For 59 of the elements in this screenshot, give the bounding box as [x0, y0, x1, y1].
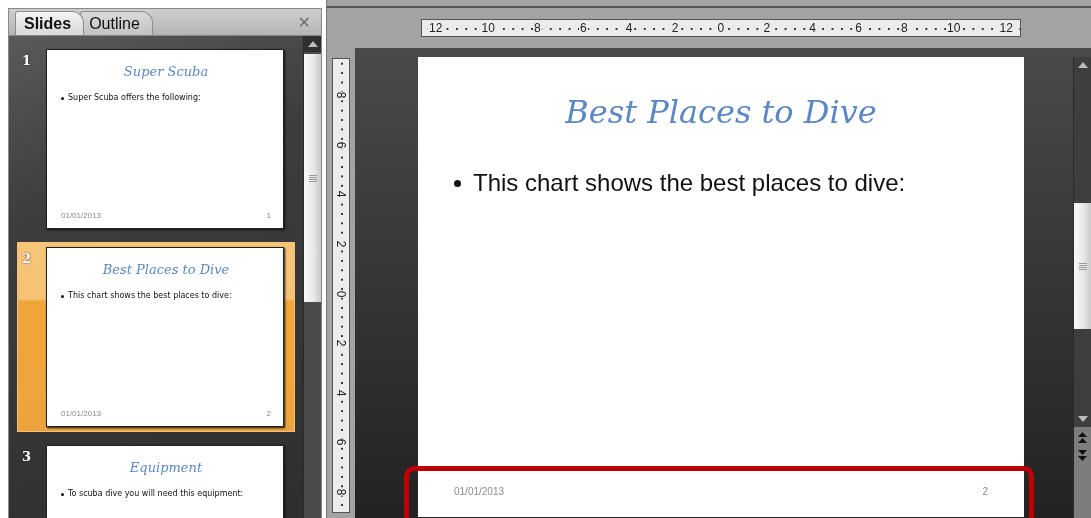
slide-number: 1	[22, 52, 33, 68]
thumbnail-bullet-text: This chart shows the best places to dive:	[68, 291, 232, 300]
ruler-number: 6	[335, 439, 347, 446]
ruler-number: 0	[335, 290, 347, 297]
thumbnail-title: Super Scuba	[122, 64, 210, 79]
slide-number: 2	[22, 250, 33, 266]
slide-list-item[interactable]: 2 Best Places to Dive This chart shows the best places to dive: 01/01/2013 2	[17, 242, 295, 432]
slide-bullet-text: This chart shows the best places to dive:	[473, 169, 906, 197]
ruler-number: 2	[670, 22, 680, 34]
ruler-number: 8	[533, 22, 542, 34]
footer-page-number: 2	[982, 486, 988, 497]
thumbnail-footer-number: 2	[266, 409, 271, 418]
scroll-up-icon[interactable]	[1077, 62, 1088, 68]
ruler-number: 12	[998, 22, 1014, 34]
scroll-down-icon[interactable]	[1077, 415, 1088, 422]
ruler-number: 8	[335, 91, 347, 99]
thumbnail-title: Equipment	[128, 460, 204, 475]
panel-tab[interactable]: Slides	[15, 11, 85, 35]
ruler-number: 6	[854, 22, 863, 34]
thumbnail-title: Best Places to Dive	[101, 262, 231, 277]
ruler-number: 6	[578, 22, 588, 34]
ruler-number: 2	[762, 22, 772, 34]
scroll-thumb[interactable]	[1074, 203, 1091, 329]
scroll-thumb[interactable]	[304, 54, 321, 302]
grip-icon	[308, 174, 317, 182]
scroll-up-icon[interactable]	[307, 41, 318, 47]
bullet-icon	[61, 493, 64, 496]
previous-slide-icon[interactable]	[1078, 431, 1087, 444]
grip-icon	[1078, 262, 1087, 270]
ruler-number: 4	[335, 389, 347, 397]
thumbnail-bullet-text: To scuba dive you will need this equipment:	[68, 489, 244, 498]
slide-title: Best Places to Dive	[564, 93, 878, 131]
ruler-number: 4	[624, 22, 634, 34]
thumbnail-bullet-text: Super Scuba offers the following:	[68, 93, 201, 102]
bullet-icon	[61, 97, 64, 100]
thumbnail-footer-date: 01/01/2013	[61, 409, 102, 418]
thumbnail-footer-date: 01/01/2013	[61, 211, 102, 220]
ruler-number: 8	[900, 22, 909, 34]
slide-number: 3	[22, 448, 33, 464]
ruler-number: 10	[945, 22, 962, 34]
ruler-number: 2	[335, 240, 347, 248]
ruler-number: 8	[335, 488, 347, 496]
ruler-number: 0	[716, 22, 726, 34]
panel-tab[interactable]: Outline	[80, 11, 153, 35]
ruler-number: 10	[480, 22, 496, 34]
scrollbar[interactable]	[1073, 57, 1091, 518]
ruler-number: 4	[335, 190, 347, 198]
next-slide-icon[interactable]	[1078, 449, 1087, 462]
thumbnail-footer-number: 1	[266, 211, 271, 220]
bullet-icon	[61, 295, 64, 298]
ruler-number: 2	[335, 339, 347, 347]
slide-list-item[interactable]: 1 Super Scuba Super Scuba offers the following: 01/01/2013 1	[17, 44, 295, 234]
scrollbar[interactable]	[303, 36, 321, 518]
slide-list-item[interactable]: 3 Equipment To scuba dive you will need this equipment:	[17, 440, 295, 518]
ruler-number: 12	[428, 22, 444, 34]
ruler-number: 6	[335, 141, 347, 148]
ruler-number: 4	[808, 22, 818, 34]
footer-date: 01/01/2013	[454, 486, 505, 497]
bullet-icon	[454, 179, 461, 187]
